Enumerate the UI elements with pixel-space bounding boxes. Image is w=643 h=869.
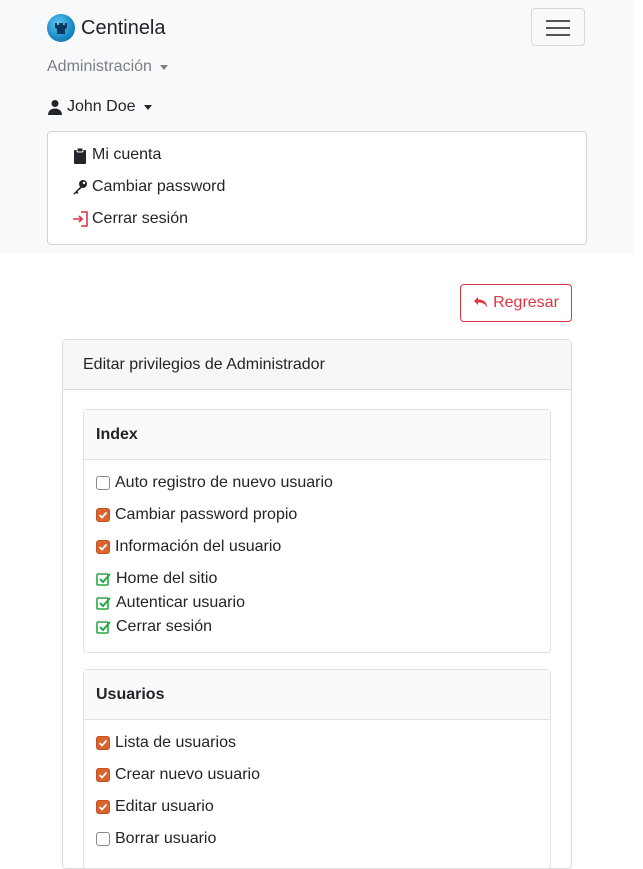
privilege-label: Cerrar sesión [116,618,213,635]
hamburger-icon [546,20,570,22]
privilege-label: Autenticar usuario [116,594,245,611]
section-title: Usuarios [84,670,550,720]
privilege-label: Home del sitio [116,570,218,587]
checked-square-icon [96,596,111,610]
menu-item-label: Cambiar password [92,178,226,195]
menu-item-cerrar-sesion[interactable]: Cerrar sesión [72,210,188,228]
privilege-row: Cerrar sesión [96,618,212,636]
privilege-row[interactable]: Editar usuario [96,798,214,816]
checked-square-icon [96,620,111,634]
checked-square-icon [96,572,111,586]
privilege-label: Borrar usuario [115,830,217,847]
menu-item-cambiar-password[interactable]: Cambiar password [72,178,225,196]
caret-down-icon [143,104,152,110]
caret-down-icon [159,64,168,70]
section-index: Index Auto registro de nuevo usuario Cam… [83,409,551,653]
user-dropdown-menu: Mi cuenta Cambiar password Cerrar sesión [47,131,587,245]
logout-icon [73,211,88,227]
check-icon [98,543,108,551]
undo-icon [474,297,488,308]
privilege-row[interactable]: Borrar usuario [96,830,216,848]
navbar-toggler-button[interactable] [531,8,585,46]
admin-dropdown-label: Administración [47,58,152,75]
brand[interactable]: Centinela [47,14,166,42]
brand-name: Centinela [81,16,166,39]
checkbox[interactable] [96,476,110,490]
checkbox[interactable] [96,832,110,846]
user-icon [48,100,62,115]
checkbox-checked[interactable] [96,736,110,750]
privilege-row[interactable]: Auto registro de nuevo usuario [96,474,333,492]
clipboard-icon [74,147,86,164]
checkbox-checked[interactable] [96,540,110,554]
privilege-row[interactable]: Lista de usuarios [96,734,236,752]
check-icon [98,771,108,779]
castle-logo-icon [47,14,75,42]
privileges-card: Editar privilegios de Administrador Inde… [62,339,572,869]
menu-item-label: Cerrar sesión [92,210,189,227]
privilege-label: Información del usuario [115,538,282,555]
user-dropdown-label: John Doe [67,98,136,115]
privilege-row[interactable]: Información del usuario [96,538,281,556]
checkbox-checked[interactable] [96,768,110,782]
privilege-row[interactable]: Cambiar password propio [96,506,297,524]
privilege-row: Home del sitio [96,570,217,588]
admin-dropdown[interactable]: Administración [47,58,168,76]
privilege-row[interactable]: Crear nuevo usuario [96,766,260,784]
card-title: Editar privilegios de Administrador [63,340,571,390]
section-usuarios: Usuarios Lista de usuarios Crear nuevo u… [83,669,551,869]
return-button[interactable]: Regresar [460,284,572,322]
privilege-label: Auto registro de nuevo usuario [115,474,333,491]
check-icon [98,739,108,747]
check-icon [98,511,108,519]
return-button-label: Regresar [493,294,559,311]
navbar: Centinela Administración John Doe Mi cue… [0,0,633,253]
checkbox-checked[interactable] [96,508,110,522]
privilege-row: Autenticar usuario [96,594,245,612]
menu-item-label: Mi cuenta [92,146,162,163]
checkbox-checked[interactable] [96,800,110,814]
key-icon [73,180,87,195]
section-title: Index [84,410,550,460]
menu-item-mi-cuenta[interactable]: Mi cuenta [72,146,161,164]
user-dropdown[interactable]: John Doe [47,98,152,116]
privilege-label: Editar usuario [115,798,214,815]
privilege-label: Lista de usuarios [115,734,236,751]
check-icon [98,803,108,811]
privilege-label: Crear nuevo usuario [115,766,260,783]
privilege-label: Cambiar password propio [115,506,298,523]
